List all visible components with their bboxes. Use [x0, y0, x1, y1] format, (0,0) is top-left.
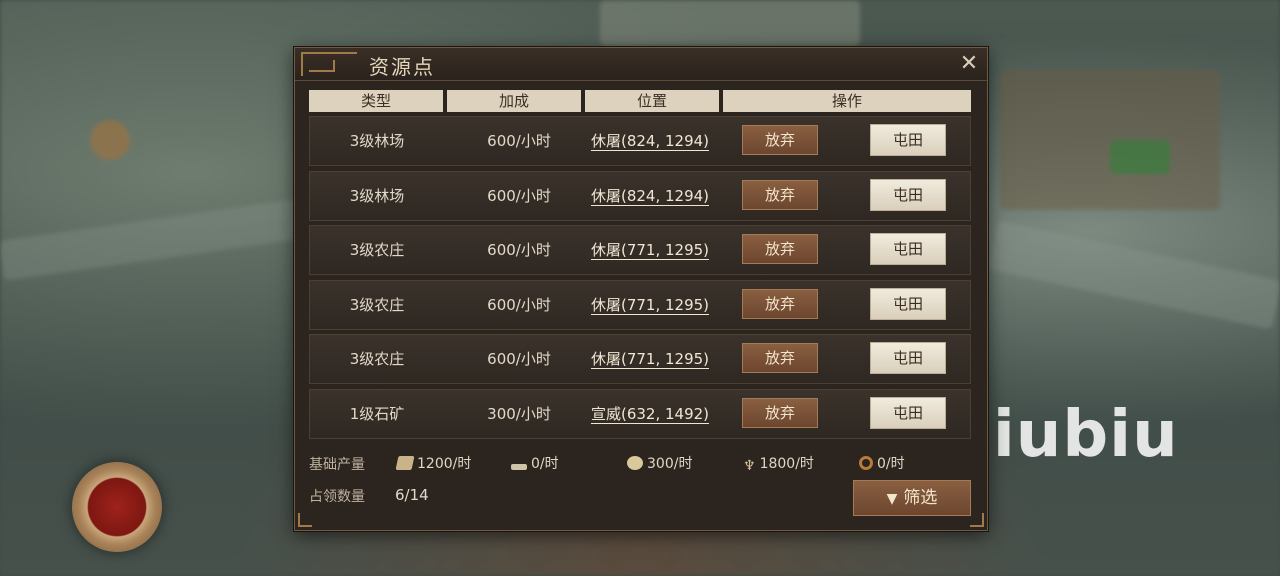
- farm-button[interactable]: 屯田: [870, 287, 946, 320]
- resource-rate: 600/小时: [487, 350, 551, 368]
- location-link[interactable]: 休屠(824, 1294): [576, 117, 724, 165]
- location-link[interactable]: 休屠(771, 1295): [576, 226, 724, 274]
- wood-value: 1200/时: [417, 456, 472, 472]
- stone-output: 300/时: [627, 454, 692, 474]
- base-output-label: 基础产量: [309, 457, 365, 473]
- farm-button[interactable]: 屯田: [870, 124, 946, 156]
- filter-icon: ▼: [886, 491, 898, 507]
- location-link[interactable]: 休屠(824, 1294): [576, 172, 724, 220]
- wood-output: 1200/时: [395, 454, 472, 474]
- resource-type: 3级农庄: [349, 350, 405, 368]
- table-row: 1级石矿 300/小时 宣威(632, 1492) 放弃 屯田: [309, 388, 971, 439]
- table-row: 3级林场 600/小时 休屠(824, 1294) 放弃 屯田: [309, 116, 971, 166]
- title-bar: 资源点 ✕: [295, 48, 987, 81]
- iron-value: 0/时: [531, 456, 559, 472]
- grain-icon: ♆: [743, 458, 756, 474]
- resource-rate: 600/小时: [487, 295, 551, 314]
- abandon-button[interactable]: 放弃: [742, 343, 818, 373]
- city-seal-button[interactable]: [72, 462, 162, 552]
- filter-button[interactable]: ▼ 筛选: [853, 480, 971, 516]
- table-row: 3级林场 600/小时 休屠(824, 1294) 放弃 屯田: [309, 170, 971, 221]
- farm-button[interactable]: 屯田: [870, 396, 946, 429]
- filter-label: 筛选: [903, 488, 938, 508]
- iron-icon: [511, 464, 527, 470]
- grain-value: 1800/时: [759, 456, 814, 472]
- farm-button[interactable]: 屯田: [870, 178, 946, 211]
- location-link[interactable]: 休屠(771, 1295): [576, 335, 724, 383]
- column-header-type: 类型: [309, 90, 443, 112]
- resource-points-panel: 资源点 ✕ 类型 加成 位置 操作 3级林场 600/小时 休屠(824, 12…: [294, 47, 988, 531]
- resource-type: 3级林场: [349, 132, 405, 150]
- panel-title: 资源点: [369, 55, 435, 79]
- column-header-location: 位置: [585, 90, 719, 112]
- occupy-count-value: 6/14: [395, 486, 429, 504]
- resource-type: 3级农庄: [349, 295, 405, 314]
- table-row: 3级农庄 600/小时 休屠(771, 1295) 放弃 屯田: [309, 334, 971, 384]
- resource-rate: 600/小时: [487, 241, 551, 259]
- location-link[interactable]: 宣威(632, 1492): [576, 390, 724, 438]
- abandon-button[interactable]: 放弃: [742, 179, 818, 210]
- wood-icon: [395, 456, 415, 470]
- resource-rate: 600/小时: [487, 186, 551, 205]
- farm-button[interactable]: 屯田: [870, 342, 946, 374]
- abandon-button[interactable]: 放弃: [742, 288, 818, 319]
- coin-output: 0/时: [859, 454, 905, 474]
- resource-type: 3级林场: [349, 186, 405, 205]
- resource-list: 3级林场 600/小时 休屠(824, 1294) 放弃 屯田 3级林场 600…: [309, 116, 971, 443]
- abandon-button[interactable]: 放弃: [742, 125, 818, 155]
- column-header-actions: 操作: [723, 90, 971, 112]
- table-row: 3级农庄 600/小时 休屠(771, 1295) 放弃 屯田: [309, 279, 971, 330]
- resource-type: 1级石矿: [349, 404, 405, 423]
- close-icon[interactable]: ✕: [957, 52, 981, 76]
- grain-output: ♆ 1800/时: [743, 454, 814, 474]
- corner-ornament-icon: [970, 513, 984, 527]
- farm-button[interactable]: 屯田: [870, 233, 946, 265]
- stone-value: 300/时: [647, 456, 693, 472]
- stone-icon: [627, 456, 643, 470]
- location-link[interactable]: 休屠(771, 1295): [576, 281, 724, 329]
- coin-icon: [859, 456, 873, 470]
- resource-rate: 600/小时: [487, 132, 551, 150]
- abandon-button[interactable]: 放弃: [742, 234, 818, 264]
- resource-type: 3级农庄: [349, 241, 405, 259]
- column-header-bonus: 加成: [447, 90, 581, 112]
- iron-output: 0/时: [511, 454, 559, 474]
- corner-ornament-icon: [298, 513, 312, 527]
- fret-ornament-icon: [301, 52, 357, 76]
- occupy-count-label: 占领数量: [309, 489, 365, 505]
- table-row: 3级农庄 600/小时 休屠(771, 1295) 放弃 屯田: [309, 225, 971, 275]
- coin-value: 0/时: [877, 456, 905, 472]
- abandon-button[interactable]: 放弃: [742, 397, 818, 428]
- resource-rate: 300/小时: [487, 404, 551, 423]
